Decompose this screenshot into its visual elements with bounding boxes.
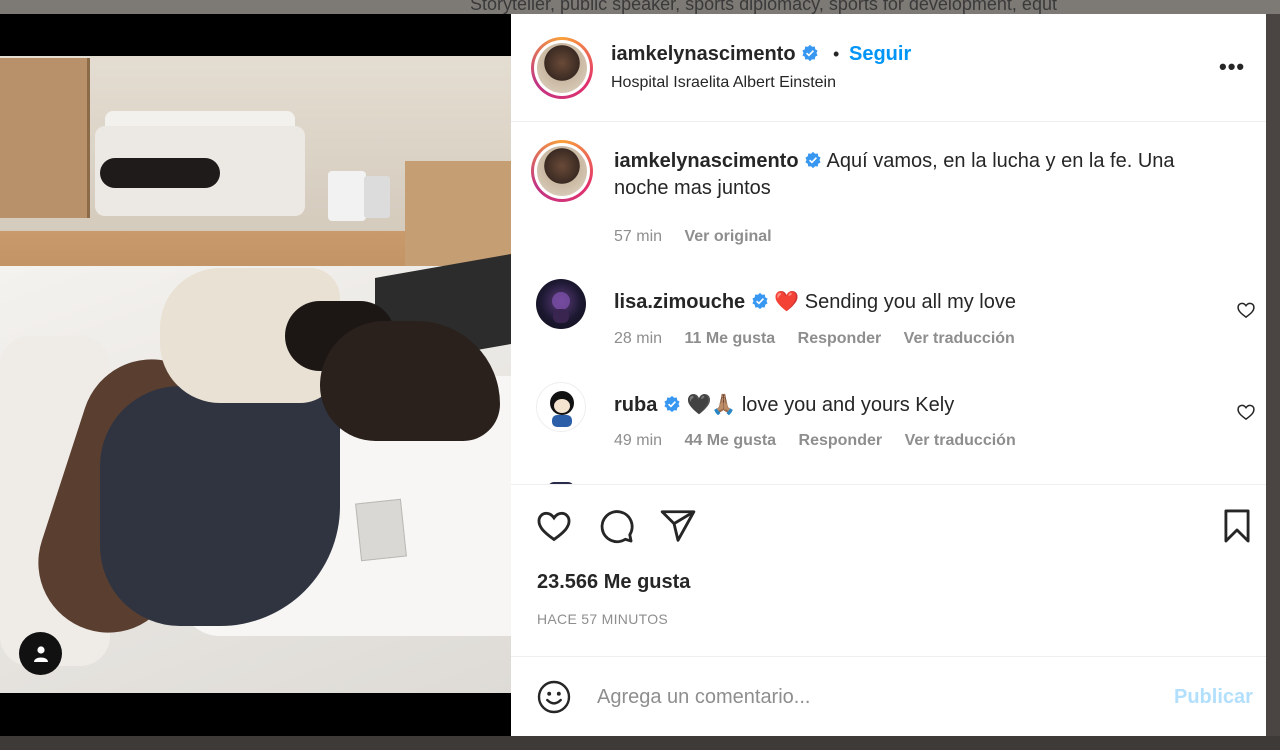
comment-username[interactable]: ruba [614, 394, 657, 416]
post-media[interactable] [0, 14, 511, 736]
caption-avatar[interactable] [531, 140, 593, 202]
comment-likes[interactable]: 44 Me gusta [684, 432, 776, 449]
photo-bin [328, 171, 366, 221]
caption-meta: 57 min Ver original [614, 228, 790, 246]
comment-time[interactable]: 28 min [614, 330, 662, 347]
comments-list[interactable]: iamkelynascimento Aquí vamos, en la luch… [511, 122, 1266, 484]
comment-like-icon[interactable] [1236, 402, 1256, 422]
follow-button[interactable]: Seguir [849, 43, 911, 66]
verified-icon [752, 292, 768, 310]
post-actions: 23.566 Me gusta HACE 57 MINUTOS [511, 484, 1266, 656]
comment-username[interactable]: lisa.zimouche [614, 291, 745, 313]
reply-button[interactable]: Responder [798, 330, 882, 347]
comment-like-icon[interactable] [1236, 300, 1256, 320]
comment-time[interactable]: 49 min [614, 432, 662, 449]
photo-door [0, 58, 90, 218]
verified-icon [802, 44, 818, 62]
like-count[interactable]: 23.566 Me gusta [537, 571, 690, 594]
comment-text-row: ruba 🖤🙏🏽 love you and yours Kely [614, 392, 954, 417]
comment-meta: 49 min 44 Me gusta Responder Ver traducc… [614, 432, 1034, 450]
bookmark-icon[interactable] [1218, 507, 1256, 545]
comment-avatar[interactable] [536, 382, 586, 432]
caption-time[interactable]: 57 min [614, 228, 662, 245]
background-bio-text: Storyteller, public speaker, sports dipl… [470, 0, 1057, 14]
caption-username[interactable]: iamkelynascimento [614, 150, 799, 172]
author-avatar[interactable] [531, 37, 593, 99]
avatar-image [552, 292, 570, 323]
comment-text-row: lisa.zimouche ❤️ Sending you all my love [614, 289, 1016, 314]
photo-shirt [100, 386, 340, 626]
post-panel: iamkelynascimento • Seguir Hospital Isra… [511, 14, 1266, 736]
author-username[interactable]: iamkelynascimento [611, 43, 796, 65]
more-options-icon[interactable]: ••• [1219, 54, 1245, 80]
post-photo[interactable] [0, 56, 511, 693]
post-location[interactable]: Hospital Israelita Albert Einstein [611, 74, 836, 92]
background-right-edge [1266, 14, 1280, 736]
translate-button[interactable]: Ver traducción [904, 330, 1015, 347]
add-comment-bar: Publicar [511, 656, 1266, 736]
emoji-icon[interactable] [536, 679, 572, 715]
share-icon[interactable] [659, 507, 697, 545]
photo-pillow-tag [355, 498, 407, 562]
avatar-image [550, 391, 574, 427]
see-original-button[interactable]: Ver original [684, 228, 771, 245]
caption: iamkelynascimento Aquí vamos, en la luch… [614, 148, 1234, 202]
photo-bin-small [364, 176, 390, 218]
publish-button[interactable]: Publicar [1174, 686, 1253, 709]
comment-icon[interactable] [597, 507, 635, 545]
post-header: iamkelynascimento • Seguir Hospital Isra… [511, 14, 1266, 122]
post-modal: iamkelynascimento • Seguir Hospital Isra… [0, 14, 1266, 736]
background-bottom-edge [0, 736, 1280, 750]
user-tag-icon[interactable] [19, 632, 62, 675]
post-timestamp[interactable]: HACE 57 MINUTOS [537, 611, 668, 627]
comment-avatar[interactable] [536, 279, 586, 329]
background-profile-strip: Storyteller, public speaker, sports dipl… [0, 0, 1280, 14]
person-icon [33, 645, 48, 662]
comment-text: Sending you all my love [804, 291, 1016, 313]
comment-input[interactable] [597, 679, 1157, 715]
reply-button[interactable]: Responder [799, 432, 883, 449]
heart-icon[interactable] [535, 507, 573, 545]
comment-likes[interactable]: 11 Me gusta [684, 330, 775, 347]
comment-text: love you and yours Kely [741, 394, 955, 416]
header-separator: • [833, 44, 840, 64]
comment-emoji: 🖤🙏🏽 [686, 394, 737, 416]
author-username-row[interactable]: iamkelynascimento [611, 43, 819, 66]
photo-sleeping-person [100, 158, 220, 188]
verified-icon [664, 395, 680, 413]
verified-icon [805, 151, 821, 169]
comment-emoji: ❤️ [774, 291, 800, 313]
comment-meta: 28 min 11 Me gusta Responder Ver traducc… [614, 330, 1033, 348]
translate-button[interactable]: Ver traducción [905, 432, 1016, 449]
